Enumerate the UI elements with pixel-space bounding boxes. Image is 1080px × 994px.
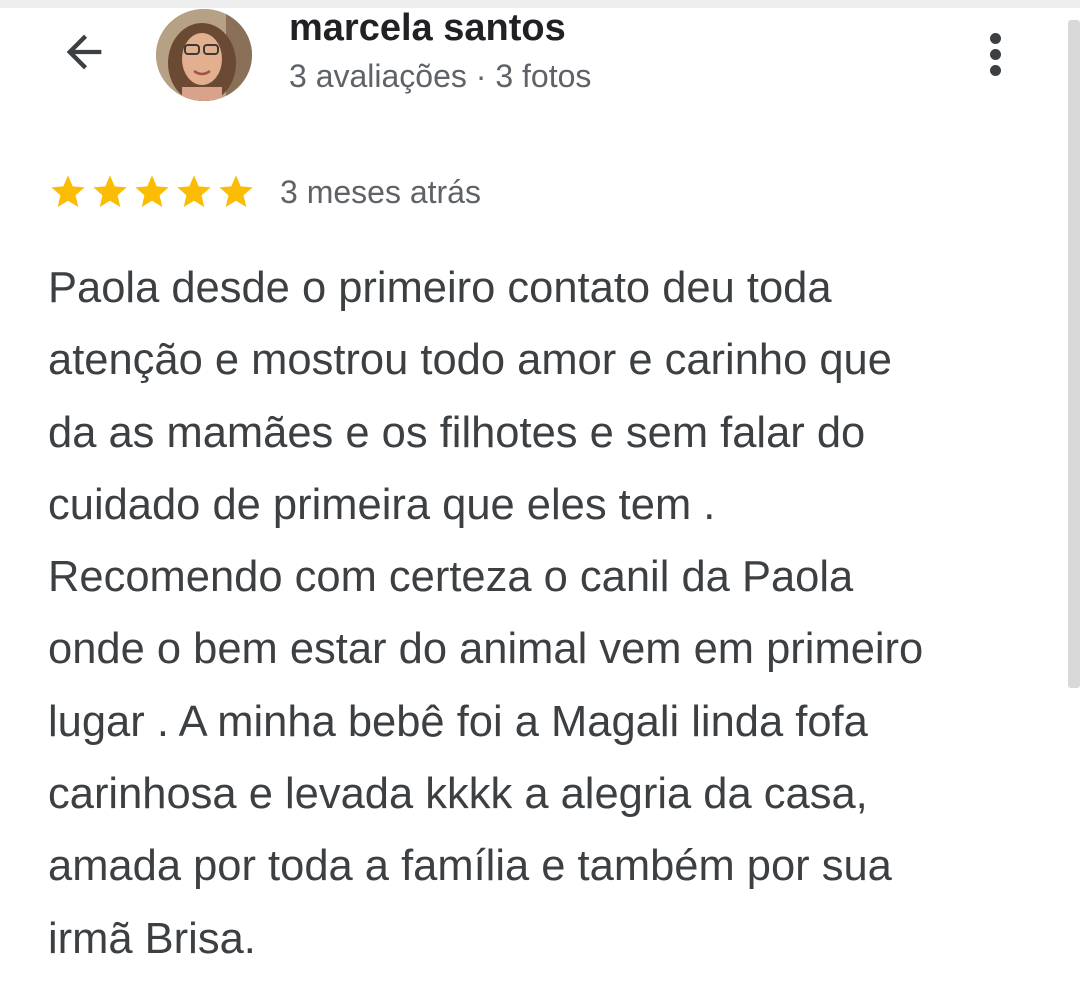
star-rating [48,172,256,212]
scrollbar[interactable] [1068,20,1080,688]
reviewer-info: marcela santos 3 avaliações · 3 fotos [289,6,591,96]
reviewer-name[interactable]: marcela santos [289,6,591,50]
star-icon [93,175,127,207]
review-text-line: carinhosa e levada kkkk a alegria da cas… [48,770,868,819]
star-icon [219,175,253,207]
review-text-line: Paola desde o primeiro contato deu toda [48,264,832,312]
arrow-left-icon [66,34,102,70]
review-text-line: da as mamães e os filhotes e sem falar d… [48,408,866,457]
review-text-line: lugar . A minha bebê foi a Magali linda … [48,697,868,746]
user-photo-icon [156,9,252,101]
reviewer-meta: 3 avaliações · 3 fotos [289,58,592,94]
review-text-line: Recomendo com certeza o canil da Paola [48,553,854,602]
star-icon [135,175,169,207]
rating-row: 3 meses atrás [48,172,481,212]
review-text-line: amada por toda a família e também por su… [48,842,892,891]
back-button[interactable] [52,20,116,84]
star-icon [177,175,211,207]
more-vert-icon-dot [989,48,1001,60]
review-time: 3 meses atrás [280,174,481,210]
more-options-button[interactable] [970,22,1020,86]
review-text-line: atenção e mostrou todo amor e carinho qu… [48,336,892,385]
review-text: Paola desde o primeiro contato deu toda a… [48,252,1048,975]
review-text-line: cuidado de primeira que eles tem . [48,480,716,529]
avatar[interactable] [156,9,252,101]
review-text-line: irmã Brisa. [48,914,256,963]
more-vert-icon [989,32,1001,44]
star-icon [51,175,85,207]
more-vert-icon-dot [989,64,1001,76]
review-text-line: onde o bem estar do animal vem em primei… [48,625,924,674]
